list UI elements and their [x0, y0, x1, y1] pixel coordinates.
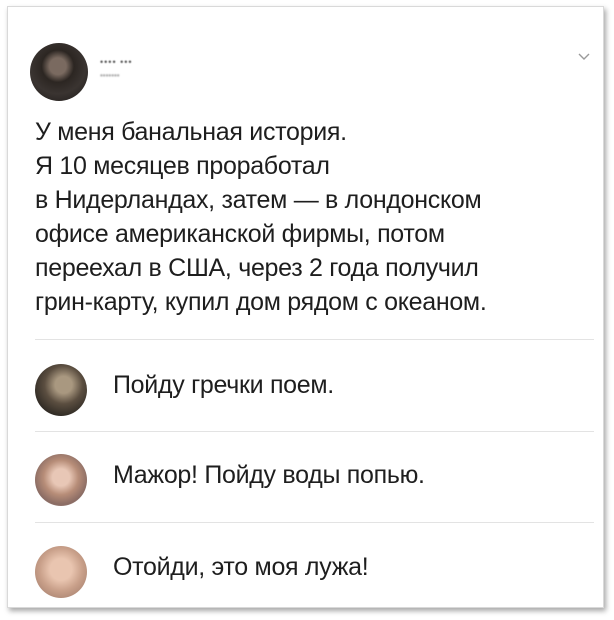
reply-text: Мажор! Пойду воды попью. [113, 461, 425, 489]
author-name[interactable]: •••• ••• [100, 57, 170, 67]
divider [35, 339, 594, 340]
tweet-line: переехал в США, через 2 года получил [35, 254, 479, 282]
tweet-header: •••• ••• ••••••• [30, 43, 590, 103]
reply-item: Мажор! Пойду воды попью. [35, 454, 590, 518]
divider [35, 431, 594, 432]
reply-avatar[interactable] [35, 546, 87, 598]
chevron-down-icon[interactable] [576, 49, 592, 65]
author-avatar[interactable] [30, 43, 88, 101]
reply-avatar[interactable] [35, 364, 87, 416]
tweet-line: У меня банальная история. [35, 118, 347, 146]
tweet-line: грин-карту, купил дом рядом с океаном. [35, 288, 487, 316]
reply-item: Отойди, это моя лужа! [35, 546, 590, 610]
tweet-text: У меня банальная история. Я 10 месяцев п… [35, 115, 595, 319]
reply-item: Пойду гречки поем. [35, 364, 590, 428]
divider [35, 522, 594, 523]
tweet-line: Я 10 месяцев проработал [35, 152, 330, 180]
tweet-line: в Нидерландах, затем — в лондонском [35, 186, 482, 214]
tweet-card: •••• ••• ••••••• У меня банальная истори… [7, 6, 604, 608]
reply-text: Пойду гречки поем. [113, 371, 334, 399]
reply-avatar[interactable] [35, 454, 87, 506]
reply-text: Отойди, это моя лужа! [113, 553, 369, 581]
tweet-line: офисе американской фирмы, потом [35, 220, 445, 248]
author-handle[interactable]: ••••••• [100, 71, 170, 81]
